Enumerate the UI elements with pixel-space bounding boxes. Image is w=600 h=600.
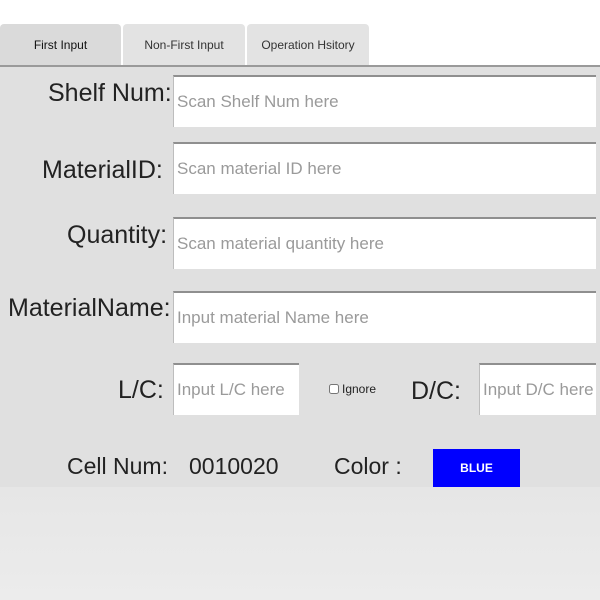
- first-input-panel: [0, 67, 600, 487]
- quantity-label: Quantity:: [67, 221, 168, 249]
- color-button[interactable]: BLUE: [433, 449, 520, 487]
- material-id-input[interactable]: [173, 142, 596, 194]
- material-name-input[interactable]: [173, 291, 596, 343]
- tab-first-input[interactable]: First Input: [0, 24, 121, 65]
- material-name-label: MaterialName:: [8, 294, 171, 322]
- quantity-input[interactable]: [173, 217, 596, 269]
- ignore-label: Ignore: [342, 382, 377, 396]
- cell-num-label: Cell Num:: [67, 453, 168, 479]
- tab-bar: First Input Non-First Input Operation Hs…: [0, 0, 600, 66]
- cell-num-value: 0010020: [189, 453, 279, 479]
- dc-input[interactable]: [479, 363, 596, 415]
- shelf-num-input[interactable]: [173, 75, 596, 127]
- tab-operation-history[interactable]: Operation Hsitory: [247, 24, 369, 65]
- color-label: Color :: [334, 453, 402, 479]
- tab-non-first-input[interactable]: Non-First Input: [123, 24, 245, 65]
- page-background: [0, 487, 600, 600]
- dc-label: D/C:: [411, 377, 461, 405]
- material-id-label: MaterialID:: [42, 156, 163, 184]
- lc-label: L/C:: [118, 376, 164, 404]
- ignore-checkbox[interactable]: [329, 384, 339, 394]
- lc-input[interactable]: [173, 363, 299, 415]
- shelf-num-label: Shelf Num:: [48, 79, 172, 107]
